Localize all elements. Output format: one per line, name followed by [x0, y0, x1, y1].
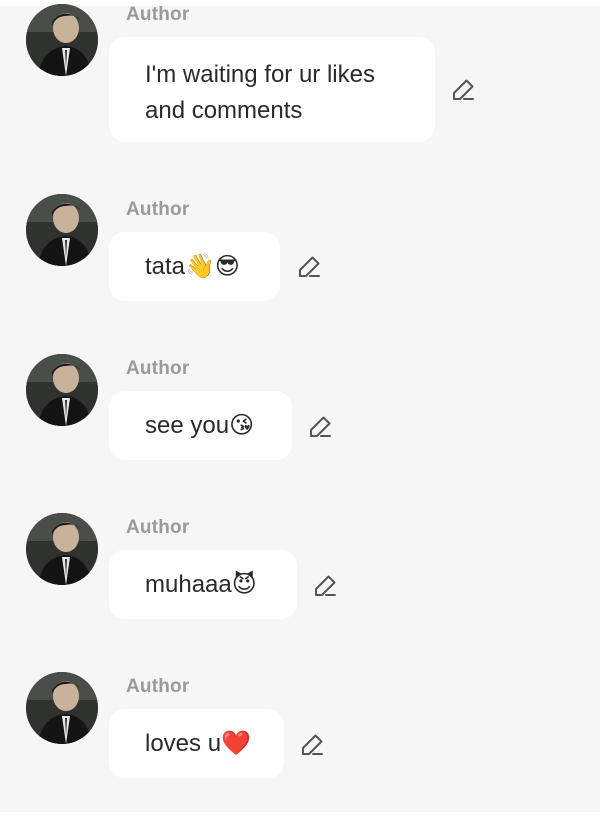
- author-name: Author: [126, 676, 190, 697]
- avatar-photo-icon: [26, 354, 98, 426]
- edit-icon[interactable]: [307, 414, 333, 440]
- message-text-line: and comments: [145, 97, 303, 124]
- author-name: Author: [126, 199, 190, 220]
- author-avatar[interactable]: [26, 672, 98, 744]
- author-avatar[interactable]: [26, 4, 98, 76]
- author-name: Author: [126, 517, 190, 538]
- edit-icon[interactable]: [450, 77, 476, 103]
- author-name: Author: [126, 358, 190, 379]
- avatar-photo-icon: [26, 513, 98, 585]
- message-text: tata: [145, 253, 186, 280]
- author-avatar[interactable]: [26, 354, 98, 426]
- edit-icon[interactable]: [299, 732, 325, 758]
- message-bubble[interactable]: loves u❤️: [109, 709, 284, 778]
- message-bubble[interactable]: muhaaa😈: [109, 550, 297, 619]
- message-text: loves u: [145, 730, 222, 757]
- message-text: muhaaa: [145, 571, 232, 598]
- avatar-photo-icon: [26, 194, 98, 266]
- avatar-photo-icon: [26, 672, 98, 744]
- chat-thread: Author I'm waiting for ur likes and comm…: [0, 0, 600, 812]
- avatar-photo-icon: [26, 4, 98, 76]
- message-emoji: 👋😎: [185, 252, 240, 280]
- author-name: Author: [126, 4, 190, 25]
- message-emoji: 😘: [229, 411, 255, 439]
- edit-icon[interactable]: [296, 254, 322, 280]
- message-bubble[interactable]: tata👋😎: [109, 232, 280, 301]
- edit-icon[interactable]: [312, 573, 338, 599]
- message-text-line: I'm waiting for ur likes: [145, 61, 375, 88]
- message-emoji: 😈: [231, 570, 257, 598]
- message-bubble[interactable]: I'm waiting for ur likes and comments: [109, 37, 435, 142]
- message-bubble[interactable]: see you😘: [109, 391, 292, 460]
- message-text: see you: [145, 412, 230, 439]
- author-avatar[interactable]: [26, 513, 98, 585]
- author-avatar[interactable]: [26, 194, 98, 266]
- message-emoji: ❤️: [221, 729, 251, 757]
